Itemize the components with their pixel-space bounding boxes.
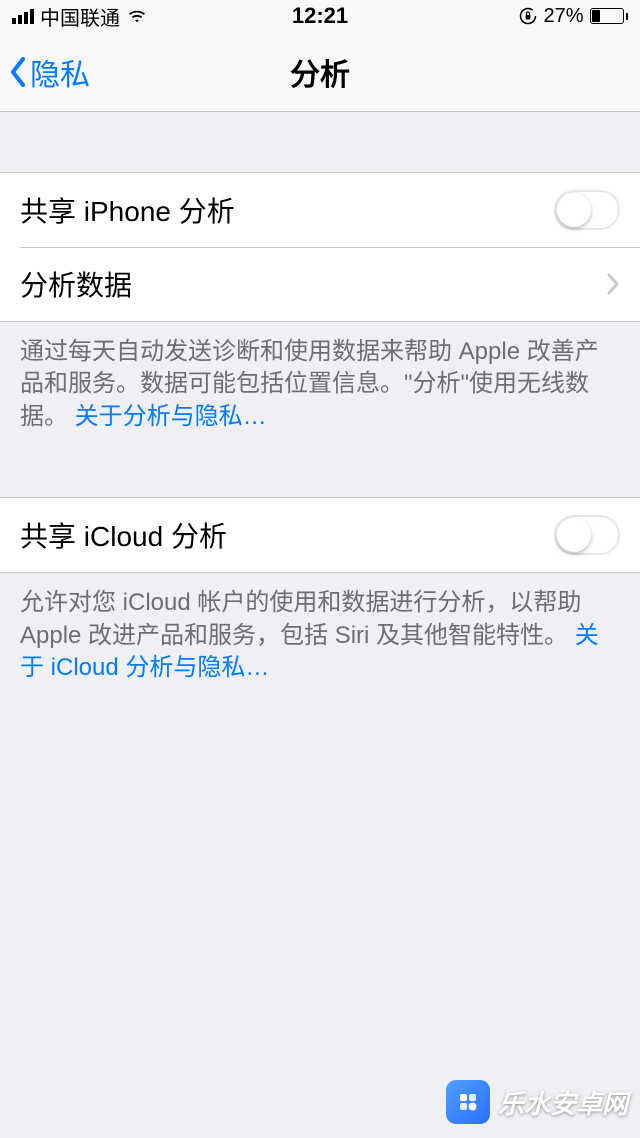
wifi-icon [126,7,148,25]
about-analytics-privacy-link[interactable]: 关于分析与隐私… [75,403,267,430]
group2-footer: 允许对您 iCloud 帐户的使用和数据进行分析，以帮助 Apple 改进产品和… [0,573,640,698]
group1-footer: 通过每天自动发送诊断和使用数据来帮助 Apple 改善产品和服务。数据可能包括位… [0,322,640,447]
share-icloud-analytics-label: 共享 iCloud 分析 [20,515,554,555]
group2-footer-text: 允许对您 iCloud 帐户的使用和数据进行分析，以帮助 Apple 改进产品和… [20,589,581,648]
share-iphone-analytics-label: 共享 iPhone 分析 [20,190,554,230]
share-iphone-analytics-row[interactable]: 共享 iPhone 分析 [0,173,640,247]
watermark-text: 乐水安卓网 [498,1084,628,1121]
status-bar: 中国联通 12:21 27% [0,0,640,32]
chevron-right-icon [606,272,620,296]
watermark-logo-icon [446,1080,490,1124]
chevron-left-icon [8,56,28,88]
group-iphone-analytics: 共享 iPhone 分析 分析数据 [0,172,640,322]
back-label: 隐私 [30,50,90,94]
analytics-data-row[interactable]: 分析数据 [0,247,640,321]
watermark: 乐水安卓网 [446,1080,628,1124]
group-icloud-analytics: 共享 iCloud 分析 [0,497,640,573]
nav-bar: 隐私 分析 [0,32,640,112]
analytics-data-label: 分析数据 [20,264,606,304]
battery-icon [590,8,629,24]
share-icloud-analytics-row[interactable]: 共享 iCloud 分析 [0,498,640,572]
signal-icon [12,9,34,24]
battery-percent: 27% [543,5,583,28]
rotation-lock-icon [519,7,537,25]
status-time: 12:21 [292,3,348,29]
page-title: 分析 [290,50,350,94]
carrier-label: 中国联通 [40,2,120,31]
share-iphone-analytics-switch[interactable] [554,190,620,230]
back-button[interactable]: 隐私 [8,50,90,94]
share-icloud-analytics-switch[interactable] [554,515,620,555]
